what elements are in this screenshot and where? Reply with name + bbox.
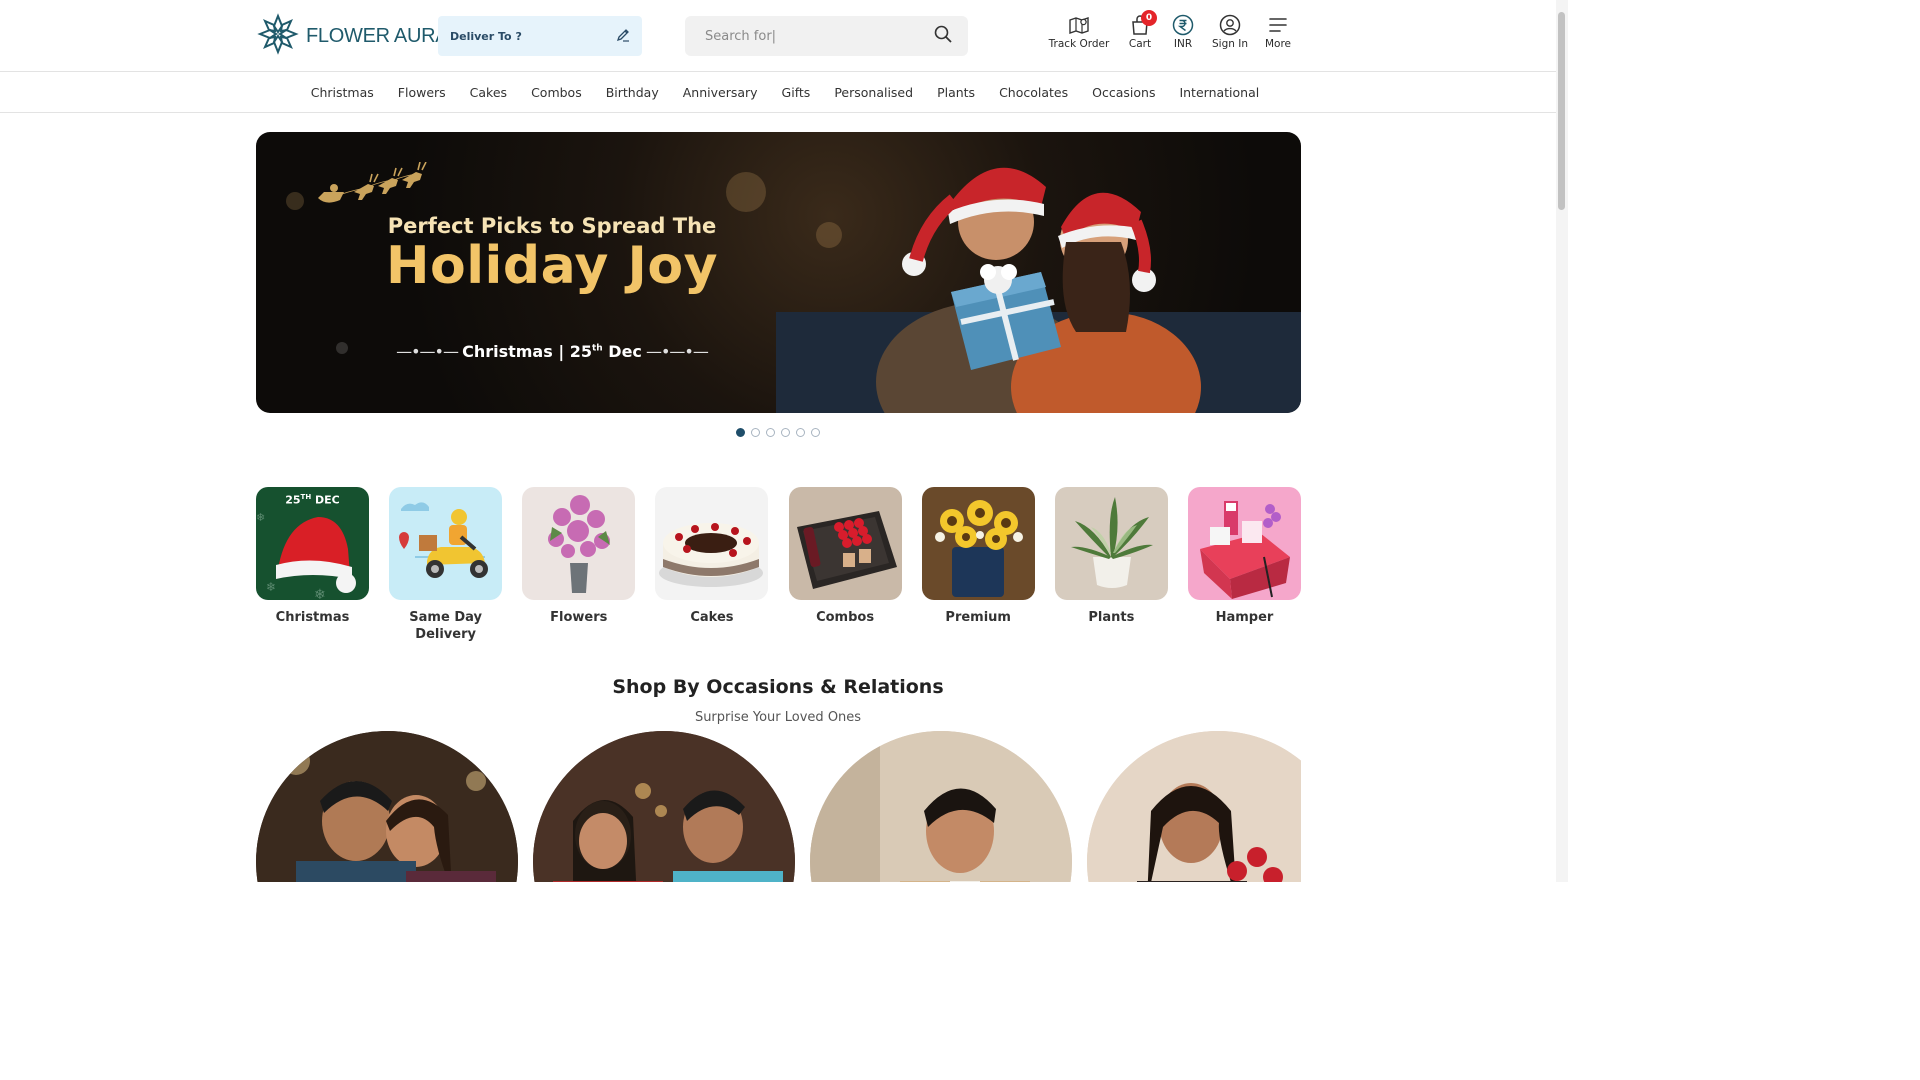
scrollbar-thumb[interactable] [1558,12,1565,210]
flowers-vase-image [522,487,636,600]
carousel-dot-5[interactable] [796,428,805,437]
gift-hamper-image [1187,487,1301,600]
site-header: FLOWER AURA Deliver To ? Track Order 0 C… [0,0,1556,72]
category-label: Flowers [550,610,608,625]
category-cakes[interactable]: Cakes [655,487,769,643]
carousel-dot-6[interactable] [811,428,820,437]
banner-title: Holiday Joy [385,236,719,296]
banner-subtitle: Perfect Picks to Spread The [387,214,717,238]
nav-item-plants[interactable]: Plants [925,85,987,100]
banner-date-sup: th [592,343,603,354]
category-combos[interactable]: Combos [788,487,902,643]
more-button[interactable]: More [1256,12,1300,58]
rupee-icon [1172,12,1194,38]
category-row: 25TH DEC ❄ ❄ ❄ Christmas Same Day Delive… [256,487,1301,643]
more-label: More [1264,38,1292,50]
sleigh-reindeer-icon [318,162,427,203]
section-title: Shop By Occasions & Relations [612,676,944,698]
divider-ornament-icon: —•—•— [641,342,709,361]
nav-item-flowers[interactable]: Flowers [386,85,458,100]
logo-icon [256,12,300,60]
combo-box-image [788,487,902,600]
search-bar [685,16,968,56]
category-label: Cakes [690,610,734,625]
category-christmas[interactable]: 25TH DEC ❄ ❄ ❄ Christmas [256,487,369,643]
occasion-card-him[interactable] [810,731,1072,882]
nav-item-cakes[interactable]: Cakes [458,85,519,100]
section-subtitle: Surprise Your Loved Ones [694,710,862,725]
cart-count-badge: 0 [1141,10,1157,26]
sign-in-button[interactable]: Sign In [1204,12,1256,58]
carousel-dot-4[interactable] [781,428,790,437]
track-order-label: Track Order [1048,38,1110,50]
nav-item-chocolates[interactable]: Chocolates [987,85,1080,100]
category-same-day-delivery[interactable]: Same Day Delivery [389,487,503,643]
currency-button[interactable]: INR [1162,12,1204,58]
category-premium[interactable]: Premium [921,487,1035,643]
nav-item-anniversary[interactable]: Anniversary [671,85,770,100]
nav-item-personalised[interactable]: Personalised [822,85,925,100]
user-icon [1219,12,1241,38]
svg-text:❄: ❄ [266,580,276,594]
category-plants[interactable]: Plants [1054,487,1168,643]
category-label: Same Day Delivery [409,610,482,642]
delivery-scooter-image [389,487,503,600]
svg-text:❄: ❄ [314,587,326,600]
carousel-dot-2[interactable] [751,428,760,437]
couple-gift-illustration [776,167,1301,413]
svg-text:❄: ❄ [256,511,265,524]
sign-in-label: Sign In [1212,38,1248,50]
cart-label: Cart [1128,38,1152,50]
search-icon[interactable] [934,25,952,47]
category-label: Christmas [275,610,350,625]
hero-banner[interactable]: Perfect Picks to Spread The Holiday Joy … [256,132,1301,413]
track-order-button[interactable]: Track Order [1040,12,1118,58]
banner-date: —•—•— Christmas | 25th Dec —•—•— [352,342,752,361]
search-input[interactable] [705,28,905,44]
menu-icon [1268,12,1288,38]
category-label: Premium [945,610,1011,625]
map-pin-icon [1068,12,1090,38]
occasion-card-her[interactable] [1087,731,1301,882]
edit-pencil-icon [616,27,630,46]
logo-text: FLOWER AURA [306,24,449,47]
carousel-dots [736,428,820,437]
nav-item-christmas[interactable]: Christmas [299,85,386,100]
nav-item-birthday[interactable]: Birthday [594,85,671,100]
banner-date-prefix: Christmas | 25 [462,342,592,361]
carousel-dot-3[interactable] [766,428,775,437]
category-label: Plants [1088,610,1135,625]
page-scrollbar[interactable] [1556,0,1568,882]
logo[interactable]: FLOWER AURA [256,12,449,60]
deliver-to-button[interactable]: Deliver To ? [438,16,642,56]
nav-item-occasions[interactable]: Occasions [1080,85,1167,100]
category-label: Hamper [1215,610,1274,625]
occasion-card-anniversary[interactable] [533,731,795,882]
nav-item-gifts[interactable]: Gifts [770,85,823,100]
nav-item-international[interactable]: International [1167,85,1271,100]
main-nav: Christmas Flowers Cakes Combos Birthday … [0,73,1556,113]
header-actions: Track Order 0 Cart INR Sign In More [1040,10,1300,58]
occasion-carousel [256,731,1301,882]
black-forest-cake-image [655,487,769,600]
sunflower-vase-image [921,487,1035,600]
occasion-card-couple[interactable] [256,731,518,882]
category-label: Combos [816,610,875,625]
category-flowers[interactable]: Flowers [522,487,636,643]
category-hamper[interactable]: Hamper [1187,487,1301,643]
currency-label: INR [1173,38,1193,50]
deliver-to-label: Deliver To ? [450,29,522,43]
banner-date-suffix: Dec [602,342,642,361]
cart-button[interactable]: 0 Cart [1118,10,1162,58]
divider-ornament-icon: —•—•— [396,342,463,361]
potted-plant-image [1054,487,1168,600]
nav-item-combos[interactable]: Combos [519,85,594,100]
carousel-dot-1[interactable] [736,428,745,437]
christmas-hat-image: 25TH DEC ❄ ❄ ❄ [256,487,369,600]
